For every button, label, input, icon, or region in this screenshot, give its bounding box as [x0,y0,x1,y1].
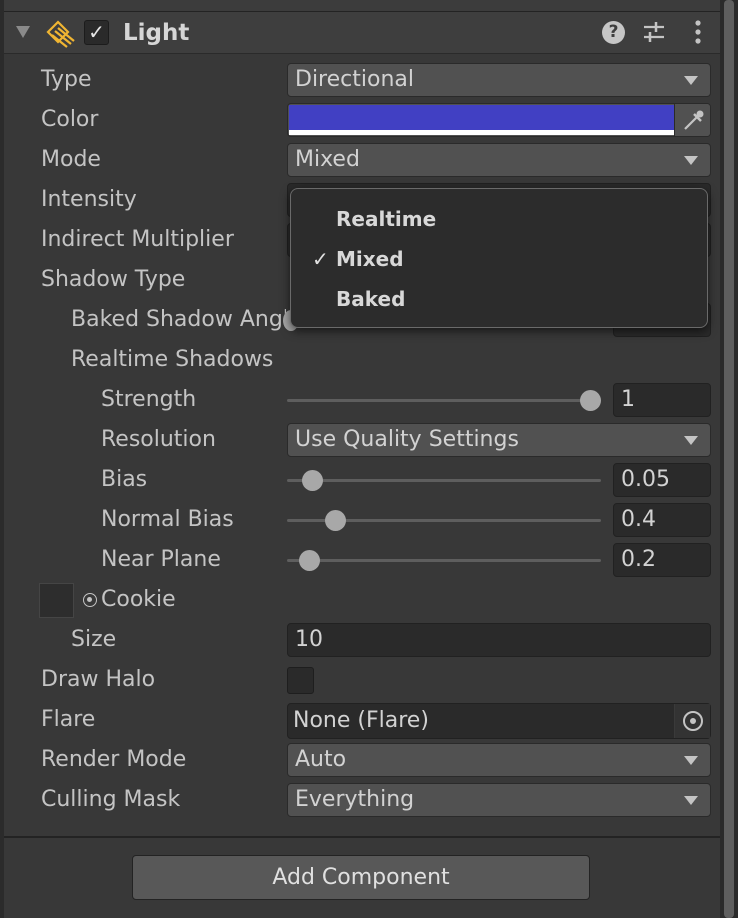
previous-component-footer [4,0,720,12]
flare-label: Flare [41,707,96,732]
near-plane-field[interactable]: 0.2 [613,543,711,577]
mode-popup-menu[interactable]: Realtime ✓ Mixed Baked [290,188,708,328]
add-component-button[interactable]: Add Component [132,855,590,900]
baked-shadow-angle-label: Baked Shadow Angle [71,307,286,332]
cookie-texture-slot[interactable] [39,583,74,618]
eyedropper-icon [684,110,704,130]
render-mode-dropdown[interactable]: Auto [287,743,711,777]
color-field[interactable] [287,103,711,137]
draw-halo-checkbox[interactable] [287,667,314,694]
chevron-down-icon [684,796,698,805]
normal-bias-value: 0.4 [621,507,656,532]
color-swatch[interactable] [289,105,675,130]
mode-label: Mode [41,147,101,172]
help-icon[interactable]: ? [602,21,625,44]
render-mode-label: Render Mode [41,747,187,772]
popup-item-mixed[interactable]: ✓ Mixed [291,239,709,279]
near-plane-label: Near Plane [101,547,221,572]
presets-icon[interactable] [642,20,666,44]
resolution-value: Use Quality Settings [295,427,519,452]
popup-item-label: Baked [336,287,406,311]
resolution-dropdown[interactable]: Use Quality Settings [287,423,711,457]
resolution-label: Resolution [101,427,216,452]
popup-item-label: Realtime [336,207,437,231]
flare-field[interactable]: None (Flare) [287,703,711,739]
color-label: Color [41,107,99,132]
component-enabled-checkbox[interactable]: ✓ [84,20,109,45]
foldout-triangle-icon[interactable] [16,26,30,38]
chevron-down-icon [684,76,698,85]
near-plane-value: 0.2 [621,547,656,572]
chevron-down-icon [684,756,698,765]
scrollbar-thumb[interactable] [724,0,734,918]
popup-item-baked[interactable]: Baked [291,279,709,319]
mode-value: Mixed [295,147,360,172]
checkmark-icon: ✓ [312,247,329,271]
normal-bias-label: Normal Bias [101,507,234,532]
kebab-menu-icon[interactable] [686,19,710,45]
bias-slider-thumb[interactable] [301,470,323,491]
object-picker-icon [683,711,703,731]
intensity-label: Intensity [41,187,137,212]
popup-item-realtime[interactable]: Realtime [291,199,709,239]
size-value: 10 [295,627,323,652]
bias-slider-track[interactable] [287,479,601,482]
strength-slider-thumb[interactable] [580,390,601,411]
near-plane-slider-track[interactable] [287,559,601,562]
draw-halo-label: Draw Halo [41,667,156,692]
chevron-down-icon [684,156,698,165]
mode-dropdown[interactable]: Mixed [287,143,711,177]
strength-value: 1 [621,387,635,412]
popup-item-label: Mixed [336,247,404,271]
chevron-down-icon [684,436,698,445]
type-dropdown[interactable]: Directional [287,63,711,97]
type-value: Directional [295,67,414,92]
culling-mask-value: Everything [295,787,415,812]
size-field[interactable]: 10 [287,623,711,657]
normal-bias-slider-thumb[interactable] [325,510,347,531]
flare-value: None (Flare) [293,708,429,733]
size-label: Size [71,627,117,652]
realtime-shadows-label: Realtime Shadows [71,347,274,372]
flare-picker-button[interactable] [674,704,710,738]
render-mode-value: Auto [295,747,347,772]
eyedropper-button[interactable] [674,104,710,136]
color-alpha-bar [289,130,675,135]
left-border [0,0,4,918]
object-picker-icon[interactable] [83,593,97,607]
inspector-divider [4,836,720,838]
cookie-label: Cookie [101,587,176,612]
shadow-type-label: Shadow Type [41,267,186,292]
strength-field[interactable]: 1 [613,383,711,417]
directional-light-icon [46,20,75,48]
component-header[interactable]: ✓ Light ? [4,12,720,54]
scrollbar[interactable] [720,0,738,918]
normal-bias-field[interactable]: 0.4 [613,503,711,537]
bias-field[interactable]: 0.05 [613,463,711,497]
component-title: Light [123,20,190,46]
near-plane-slider-thumb[interactable] [298,550,320,571]
type-label: Type [41,67,92,92]
strength-label: Strength [101,387,197,412]
culling-mask-dropdown[interactable]: Everything [287,783,711,817]
bias-label: Bias [101,467,148,492]
bias-value: 0.05 [621,467,670,492]
indirect-multiplier-label: Indirect Multiplier [41,227,234,252]
culling-mask-label: Culling Mask [41,787,181,812]
strength-slider-track[interactable] [287,399,601,402]
